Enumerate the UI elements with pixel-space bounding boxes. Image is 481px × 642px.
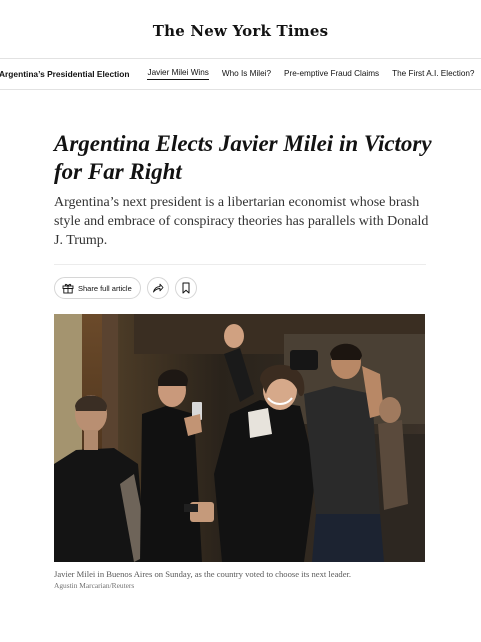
share-full-article-label: Share full article xyxy=(78,283,132,293)
photo-caption: Javier Milei in Buenos Aires on Sunday, … xyxy=(54,569,352,579)
subnav-link-milei-wins[interactable]: Javier Milei Wins xyxy=(147,68,209,80)
nyt-logo[interactable]: The New York Times xyxy=(153,22,328,40)
subnav-link-who-is-milei[interactable]: Who Is Milei? xyxy=(222,69,271,80)
share-button[interactable] xyxy=(146,277,169,299)
share-full-article-button[interactable]: Share full article xyxy=(54,277,141,299)
masthead: The New York Times xyxy=(0,0,481,56)
gift-icon xyxy=(62,283,74,294)
save-bookmark-button[interactable] xyxy=(174,277,197,299)
milei-photo-illustration xyxy=(54,314,425,562)
subnav-link-fraud-claims[interactable]: Pre-emptive Fraud Claims xyxy=(284,69,379,80)
subnav-section-label[interactable]: Argentina’s Presidential Election xyxy=(0,69,129,79)
header-divider xyxy=(54,264,426,265)
article-headline: Argentina Elects Javier Milei in Victory… xyxy=(54,131,432,184)
share-arrow-icon xyxy=(152,283,164,293)
subnav-link-ai-election[interactable]: The First A.I. Election? xyxy=(392,69,474,80)
article-toolbar: Share full article xyxy=(54,277,197,299)
article-summary: Argentina’s next president is a libertar… xyxy=(54,195,429,248)
lead-photo xyxy=(54,314,425,562)
photo-credit: Agustin Marcarian/Reuters xyxy=(54,581,135,590)
section-subnav: Argentina’s Presidential Election Javier… xyxy=(0,58,481,90)
bookmark-icon xyxy=(182,282,190,294)
